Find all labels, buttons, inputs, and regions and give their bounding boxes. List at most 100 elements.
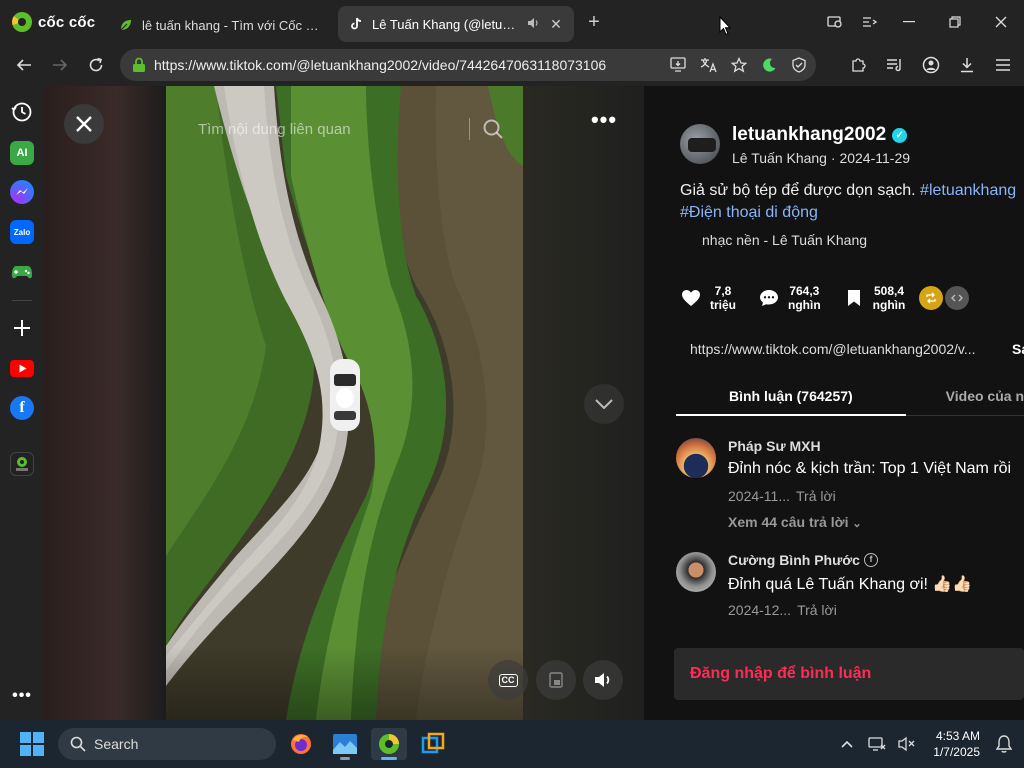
new-tab-button[interactable]: + [580,8,608,36]
gamepad-icon[interactable] [10,260,34,284]
author-display-name: Lê Tuấn Khang [732,150,827,166]
tab-creator-videos[interactable]: Video của n [906,382,1024,415]
comment-item: Pháp Sư MXH Đỉnh nóc & kịch trần: Top 1 … [676,438,1024,538]
taskbar-search[interactable]: Search [58,728,276,760]
address-bar[interactable]: https://www.tiktok.com/@letuankhang2002/… [120,49,816,81]
browser-sidebar: AI Zalo f ••• [0,86,44,720]
bookmark-star-icon[interactable] [728,54,750,76]
verified-badge-icon: ✓ [892,127,908,143]
taskbar-clock[interactable]: 4:53 AM 1/7/2025 [933,728,980,760]
brand-name: cốc cốc [38,13,96,31]
speaker-muted-icon[interactable] [897,734,917,754]
lock-icon[interactable] [130,56,148,74]
profile-icon[interactable] [916,50,946,80]
speaker-icon[interactable] [527,17,540,32]
close-video-button[interactable] [64,104,104,144]
more-options-button[interactable]: ••• [586,109,622,138]
floating-player-button[interactable] [536,660,576,700]
download-icon[interactable] [952,50,982,80]
author-username[interactable]: letuankhang2002 [732,124,886,146]
coccoc-2024-icon[interactable] [10,452,34,476]
firefox-taskbar-icon[interactable] [283,728,319,760]
login-to-comment-label: Đăng nhập để bình luận [690,665,872,682]
comments-count: 764,3 [789,284,820,298]
screenshot-icon[interactable] [818,0,852,44]
reply-button[interactable]: Trả lời [796,488,836,504]
close-window-button[interactable] [978,0,1024,44]
commenter-avatar[interactable] [676,552,716,592]
captions-button[interactable]: CC [488,660,528,700]
video-frame[interactable] [166,86,523,720]
tab-coccoc-search[interactable]: lê tuấn khang - Tìm với Cốc Cốc [108,8,338,42]
extensions-puzzle-icon[interactable] [844,50,874,80]
comment-date: 2024-11... [728,488,791,504]
repost-button[interactable] [919,286,944,310]
chevron-up-icon[interactable] [837,734,857,754]
windows-start-button[interactable] [20,732,44,756]
notification-bell-icon[interactable] [994,734,1014,754]
coccoc-taskbar-icon[interactable] [371,728,407,760]
commenter-avatar[interactable] [676,438,716,478]
next-video-button[interactable] [584,384,624,424]
maximize-button[interactable] [932,0,978,44]
author-avatar[interactable] [680,124,720,164]
hashtag-link[interactable]: #letuankhang [920,182,1016,199]
login-to-comment-bar[interactable]: Đăng nhập để bình luận [674,648,1024,700]
add-sidebar-app-icon[interactable] [10,316,34,340]
chevron-down-icon [595,399,613,409]
tab-search-icon[interactable] [852,0,886,44]
commenter-name[interactable]: Cường Bình Phước [728,552,860,568]
photos-taskbar-icon[interactable] [327,728,363,760]
car [330,359,360,431]
messenger-icon[interactable] [10,180,34,204]
minimize-button[interactable] [886,0,932,44]
ai-assistant-icon[interactable]: AI [10,141,34,165]
tiktok-video-page: Tìm nội dung liên quan ••• CC letuankhan… [44,86,1024,720]
view-replies-button[interactable]: Xem 44 câu trả lời ⌄ [728,514,862,530]
translate-icon[interactable] [698,54,720,76]
embed-button[interactable] [945,286,970,310]
menu-icon[interactable] [988,50,1018,80]
video-caption: Giả sử bộ tép để được dọn sạch. #letuank… [680,180,1024,224]
youtube-icon[interactable] [10,356,34,380]
more-options-icon[interactable]: ••• [10,684,34,708]
tab-comments[interactable]: Bình luận (764257) [676,382,906,416]
tab-tiktok-active[interactable]: Lê Tuấn Khang (@letuankhang2002) ✕ [338,6,574,42]
install-app-icon[interactable] [668,54,690,76]
history-icon[interactable] [10,100,34,124]
comment-button[interactable]: 764,3 nghìn [758,284,821,312]
network-icon[interactable] [867,734,887,754]
search-placeholder: Tìm nội dung liên quan [198,120,351,138]
coccoc-brand[interactable]: cốc cốc [0,12,108,32]
hashtag-link[interactable]: #Điện thoại di động [680,204,818,221]
related-content-search[interactable]: Tìm nội dung liên quan [184,112,504,146]
aerial-road-scene [166,86,523,720]
zalo-icon[interactable]: Zalo [10,220,34,244]
back-button[interactable] [6,49,42,81]
save-button[interactable]: 508,4 nghìn [843,284,905,312]
facebook-icon[interactable]: f [10,396,34,420]
sidebar-divider [12,300,32,301]
vmware-taskbar-icon[interactable] [415,728,451,760]
close-tab-icon[interactable]: ✕ [548,16,564,32]
share-link[interactable]: https://www.tiktok.com/@letuankhang2002/… [680,341,1004,357]
forward-button[interactable] [42,49,78,81]
music-info[interactable]: nhạc nền - Lê Tuấn Khang [702,232,867,248]
reload-button[interactable] [78,49,114,81]
dark-mode-moon-icon[interactable] [758,54,780,76]
commenter-name[interactable]: Pháp Sư MXH [728,438,821,454]
window-controls [818,0,1024,44]
post-date: 2024-11-29 [839,150,911,166]
pip-icon [549,672,563,688]
shield-icon[interactable] [788,54,810,76]
navigation-bar: https://www.tiktok.com/@letuankhang2002/… [0,44,1024,86]
like-button[interactable]: 7,8 triệu [680,284,736,312]
copy-link-button[interactable]: Sa [1004,341,1024,357]
volume-button[interactable] [583,660,623,700]
media-controls-icon[interactable] [880,50,910,80]
comment-item: Cường Bình Phước f Đỉnh quá Lê Tuấn Khang… [676,552,1024,632]
clock-time: 4:53 AM [935,729,980,743]
reply-button[interactable]: Trả lời [797,602,837,618]
comment-text: Đỉnh quá Lê Tuấn Khang ơi! 👍🏻👍🏻 [728,576,973,593]
search-icon[interactable] [482,118,504,140]
